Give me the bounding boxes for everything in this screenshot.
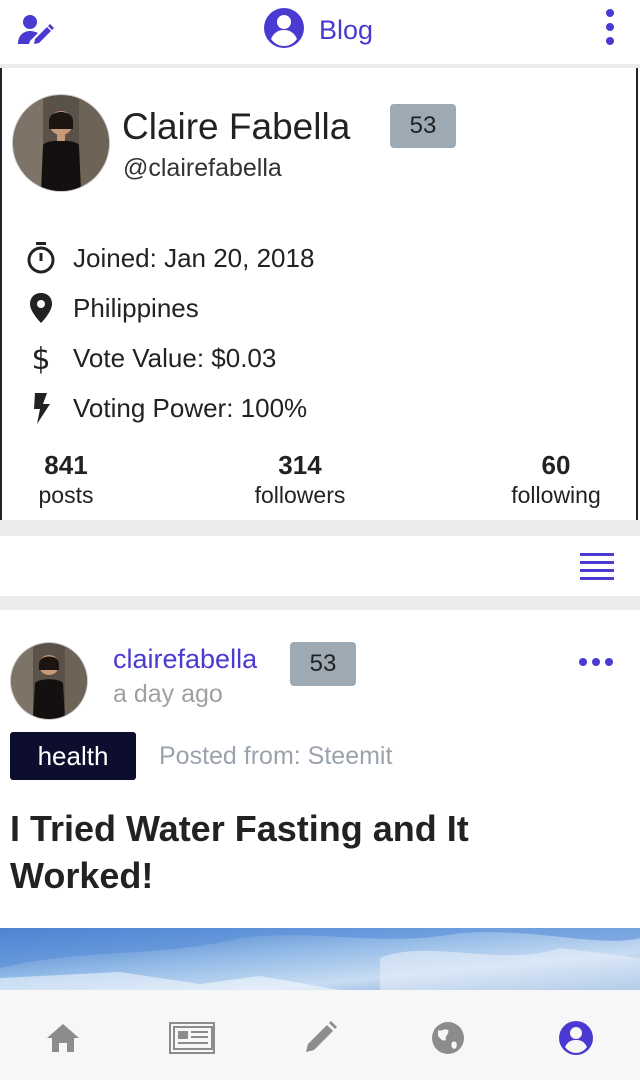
tag-chip[interactable]: health	[10, 732, 136, 780]
nav-profile[interactable]	[556, 1020, 596, 1056]
globe-icon	[432, 1022, 464, 1054]
svg-text:$: $	[31, 342, 50, 375]
lightning-icon	[24, 391, 58, 425]
blog-title: Blog	[319, 14, 374, 45]
voting-power-text: Voting Power: 100%	[73, 392, 308, 423]
home-icon	[47, 1024, 79, 1052]
followers-count: 314	[278, 450, 322, 480]
post-avatar[interactable]	[10, 642, 88, 720]
profile-handle: @clairefabella	[123, 154, 282, 182]
location-pin-icon	[24, 291, 58, 325]
vote-value-text: Vote Value: $0.03	[73, 342, 277, 373]
divider	[0, 596, 640, 610]
post-reputation-badge: 53	[290, 642, 356, 686]
nav-explore[interactable]	[428, 1020, 468, 1056]
post-thumbnail-image[interactable]	[0, 928, 640, 990]
newspaper-icon	[169, 1022, 215, 1054]
divider	[0, 520, 640, 536]
timer-icon	[24, 241, 58, 275]
followers-stat[interactable]: 314 followers	[242, 450, 358, 509]
view-toggle-bar	[0, 536, 640, 596]
post-author-link[interactable]: clairefabella	[113, 644, 257, 675]
posts-count: 841	[44, 450, 88, 480]
avatar[interactable]	[12, 94, 110, 192]
post-timestamp: a day ago	[113, 680, 223, 708]
post-title[interactable]: I Tried Water Fasting and It Worked!	[10, 805, 610, 899]
voting-power-row: Voting Power: 100%	[24, 390, 307, 426]
posts-label: posts	[38, 482, 94, 508]
top-bar: Blog	[0, 0, 640, 64]
following-label: following	[511, 482, 601, 508]
location-text: Philippines	[73, 292, 199, 323]
edit-profile-icon[interactable]	[16, 10, 56, 50]
nav-write[interactable]	[300, 1020, 340, 1056]
followers-label: followers	[254, 482, 346, 508]
nav-feed[interactable]	[168, 1020, 216, 1056]
joined-text: Joined: Jan 20, 2018	[73, 242, 315, 273]
account-circle-icon	[559, 1021, 593, 1055]
account-circle-icon	[263, 7, 305, 54]
vote-value-row: $ Vote Value: $0.03	[24, 340, 276, 376]
following-stat[interactable]: 60 following	[496, 450, 616, 509]
posted-from-text: Posted from: Steemit	[159, 742, 393, 770]
list-menu-icon[interactable]	[580, 550, 614, 582]
profile-card: Claire Fabella 53 @clairefabella Joined:…	[0, 68, 638, 520]
location-row: Philippines	[24, 290, 199, 326]
pencil-icon	[306, 1021, 337, 1052]
dollar-icon: $	[24, 341, 58, 375]
following-count: 60	[541, 450, 571, 480]
more-horizontal-icon[interactable]	[578, 655, 614, 667]
posts-stat[interactable]: 841 posts	[24, 450, 108, 509]
post-card[interactable]: clairefabella 53 a day ago health Posted…	[0, 610, 640, 990]
blog-tab[interactable]: Blog	[263, 7, 374, 54]
more-vertical-icon[interactable]	[600, 8, 620, 48]
nav-home[interactable]	[43, 1020, 83, 1056]
joined-row: Joined: Jan 20, 2018	[24, 240, 314, 276]
bottom-navigation	[0, 990, 640, 1080]
reputation-badge: 53	[390, 104, 456, 148]
profile-name: Claire Fabella	[122, 106, 351, 147]
